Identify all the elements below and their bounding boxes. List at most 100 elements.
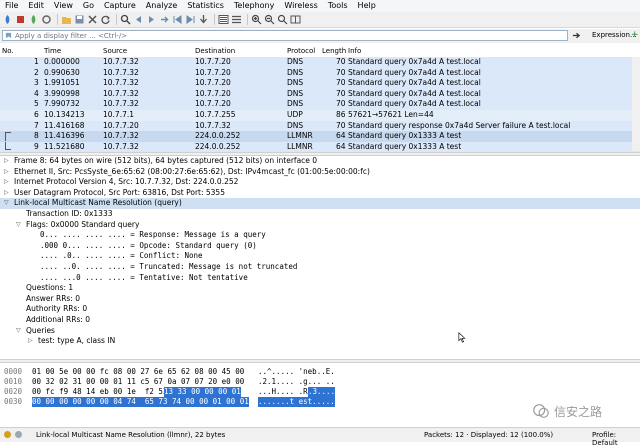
tree-item-label: Flags: 0x0000 Standard query [26, 219, 140, 229]
hex-ascii-selected: .3.... [308, 387, 336, 397]
tree-item-flag-truncated[interactable]: .... ..0. .... .... = Truncated: Message… [0, 262, 640, 273]
expand-arrow-icon[interactable]: ▷ [4, 156, 9, 167]
bookmark-icon[interactable] [5, 32, 12, 39]
apply-filter-icon[interactable] [570, 30, 582, 41]
status-profile[interactable]: Profile: Default [592, 431, 640, 447]
tree-item-authority-rrs[interactable]: Authority RRs: 0 [0, 304, 640, 315]
expand-arrow-icon[interactable]: ▷ [4, 177, 9, 188]
tree-item-answer-rrs[interactable]: Answer RRs: 0 [0, 294, 640, 305]
packet-row[interactable]: 3 1.991051 10.7.7.32 10.7.7.20 DNS 70 St… [0, 78, 640, 89]
tree-item-queries[interactable]: ▽ Queries [0, 326, 640, 337]
start-capture-icon[interactable] [2, 14, 13, 25]
add-filter-button[interactable]: + [631, 30, 639, 40]
packet-row[interactable]: 1 0.000000 10.7.7.32 10.7.7.20 DNS 70 St… [0, 57, 640, 68]
tree-item-ethernet[interactable]: ▷ Ethernet II, Src: PcsSyste_6e:65:62 (0… [0, 167, 640, 178]
tree-item-query-test[interactable]: ▷ test: type A, class IN [0, 336, 640, 347]
packet-row[interactable]: 7 11.416168 10.7.7.20 10.7.7.32 DNS 70 S… [0, 120, 640, 132]
tree-item-flag-conflict[interactable]: .... .0.. .... .... = Conflict: None [0, 251, 640, 262]
menu-view[interactable]: View [49, 0, 78, 12]
tree-item-label: 0... .... .... .... = Response: Message … [40, 230, 266, 240]
cell-time: 3.990998 [44, 88, 80, 98]
collapse-arrow-icon[interactable]: ▽ [16, 220, 21, 231]
expert-info-icon[interactable] [4, 431, 11, 438]
col-info[interactable]: Info [348, 47, 361, 55]
tree-item-label: Queries [26, 325, 55, 335]
go-forward-icon[interactable] [146, 14, 157, 25]
zoom-in-icon[interactable] [251, 14, 262, 25]
cell-protocol: DNS [287, 57, 304, 66]
tree-item-flags[interactable]: ▽ Flags: 0x0000 Standard query [0, 220, 640, 231]
capture-options-icon[interactable] [41, 14, 52, 25]
expression-button[interactable]: Expression... [592, 31, 637, 39]
capture-comment-icon[interactable] [15, 431, 22, 438]
menu-telephony[interactable]: Telephony [229, 0, 279, 12]
autoscroll-icon[interactable] [198, 14, 209, 25]
menu-capture[interactable]: Capture [99, 0, 141, 12]
menu-statistics[interactable]: Statistics [182, 0, 229, 12]
cell-length: 70 [336, 99, 346, 109]
close-file-icon[interactable] [87, 14, 98, 25]
colorize-icon[interactable] [218, 14, 229, 25]
tree-item-questions[interactable]: Questions: 1 [0, 283, 640, 294]
packet-row[interactable]: 5 7.990732 10.7.7.32 10.7.7.20 DNS 70 St… [0, 99, 640, 110]
restart-capture-icon[interactable] [28, 14, 39, 25]
first-packet-icon[interactable] [172, 14, 183, 25]
cell-length: 64 [336, 131, 346, 141]
tree-item-label: .... .0.. .... .... = Conflict: None [40, 251, 203, 261]
packet-row[interactable]: 4 3.990998 10.7.7.32 10.7.7.20 DNS 70 St… [0, 88, 640, 100]
zoom-out-icon[interactable] [264, 14, 275, 25]
collapse-arrow-icon[interactable]: ▽ [16, 326, 21, 337]
expand-arrow-icon[interactable]: ▷ [4, 188, 9, 199]
tree-item-ipv4[interactable]: ▷ Internet Protocol Version 4, Src: 10.7… [0, 177, 640, 188]
expand-arrow-icon[interactable]: ▷ [28, 336, 33, 347]
save-file-icon[interactable] [74, 14, 85, 25]
col-time[interactable]: Time [44, 47, 61, 55]
display-filter-input[interactable] [12, 31, 558, 40]
colorize-list-icon[interactable] [231, 14, 242, 25]
cell-time: 11.416168 [44, 120, 85, 130]
tree-item-flag-tentative[interactable]: .... ...0 .... .... = Tentative: Not ten… [0, 273, 640, 284]
packet-row[interactable]: 2 0.990630 10.7.7.32 10.7.7.20 DNS 70 St… [0, 67, 640, 79]
packet-row-selected[interactable]: 8 11.416396 10.7.7.32 224.0.0.252 LLMNR … [0, 131, 640, 142]
cell-time: 1.991051 [44, 78, 80, 88]
open-file-icon[interactable] [61, 14, 72, 25]
menu-go[interactable]: Go [78, 0, 99, 12]
stop-capture-icon[interactable] [15, 14, 26, 25]
col-source[interactable]: Source [103, 47, 127, 55]
packet-row[interactable]: 6 10.134213 10.7.7.1 10.7.7.255 UDP 86 5… [0, 110, 640, 121]
go-to-packet-icon[interactable] [159, 14, 170, 25]
menu-tools[interactable]: Tools [323, 0, 353, 12]
last-packet-icon[interactable] [185, 14, 196, 25]
menu-analyze[interactable]: Analyze [141, 0, 183, 12]
reload-icon[interactable] [100, 14, 111, 25]
hex-ascii: ...H.... .R [258, 387, 308, 396]
tree-item-transaction-id[interactable]: Transaction ID: 0x1333 [0, 209, 640, 220]
col-protocol[interactable]: Protocol [287, 47, 315, 55]
cell-length: 70 [336, 67, 346, 77]
col-no[interactable]: No. [2, 47, 14, 55]
col-destination[interactable]: Destination [195, 47, 235, 55]
normal-size-icon[interactable] [277, 14, 288, 25]
menu-help[interactable]: Help [353, 0, 381, 12]
menu-wireless[interactable]: Wireless [279, 0, 322, 12]
col-length[interactable]: Length [322, 47, 346, 55]
menu-file[interactable]: File [0, 0, 23, 12]
tree-item-llmnr[interactable]: ▽ Link-local Multicast Name Resolution (… [0, 198, 640, 209]
find-packet-icon[interactable] [120, 14, 131, 25]
menu-edit[interactable]: Edit [23, 0, 49, 12]
tree-item-additional-rrs[interactable]: Additional RRs: 0 [0, 315, 640, 326]
hex-offset: 0000 [4, 367, 23, 376]
tree-item-label: Authority RRs: 0 [26, 304, 88, 314]
packet-row[interactable]: 9 11.521680 10.7.7.32 224.0.0.252 LLMNR … [0, 141, 640, 153]
tree-item-flag-response[interactable]: 0... .... .... .... = Response: Message … [0, 230, 640, 241]
tree-item-label: Ethernet II, Src: PcsSyste_6e:65:62 (08:… [14, 166, 370, 176]
go-back-icon[interactable] [133, 14, 144, 25]
tree-item-frame[interactable]: ▷ Frame 8: 64 bytes on wire (512 bits), … [0, 156, 640, 167]
collapse-arrow-icon[interactable]: ▽ [4, 198, 9, 209]
tree-item-flag-opcode[interactable]: .000 0... .... .... = Opcode: Standard q… [0, 241, 640, 252]
main-toolbar [0, 12, 640, 28]
expand-arrow-icon[interactable]: ▷ [4, 167, 9, 178]
tree-item-udp[interactable]: ▷ User Datagram Protocol, Src Port: 6381… [0, 188, 640, 199]
resize-columns-icon[interactable] [290, 14, 301, 25]
packet-list-scrollbar[interactable] [632, 57, 640, 151]
